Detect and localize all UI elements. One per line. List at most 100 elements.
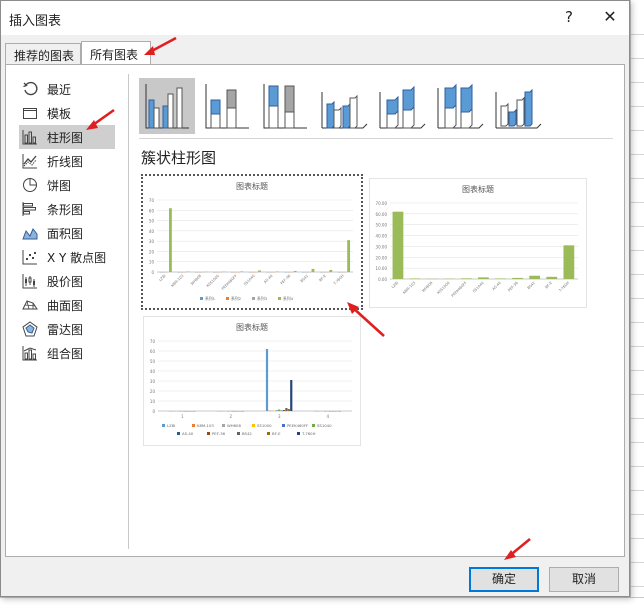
sidebar-item-scatter-chart[interactable]: X Y 散点图 [19, 245, 115, 269]
legend-label: 系列1 [205, 296, 216, 301]
legend-label: SS1000 [257, 423, 272, 428]
y-tick-label: 20 [149, 249, 155, 254]
subtype-3d-100-stacked-column[interactable] [431, 78, 487, 134]
sidebar-item-area-chart[interactable]: 面积图 [19, 221, 115, 245]
y-tick-label: 10 [149, 260, 155, 265]
x-tick-label: WH608 [421, 280, 434, 293]
stacked-column-icon [205, 84, 249, 129]
x-tick-label: PEF-36 [507, 280, 519, 292]
3d-stacked-column-icon [379, 85, 426, 129]
y-tick-label: 30.00 [376, 244, 388, 249]
folder-icon [21, 104, 39, 122]
legend-label: 系列3 [257, 296, 268, 301]
chart-bar [546, 276, 558, 279]
sidebar-item-bar-chart[interactable]: 条形图 [19, 197, 115, 221]
ok-button[interactable]: 确定 [469, 567, 539, 592]
legend-label: 系列2 [231, 296, 242, 301]
chart-bar [278, 409, 281, 411]
subtype-3d-column[interactable] [489, 78, 545, 134]
chart-preview-1[interactable]: 图表标题 0 10 20 30 40 50 60 70 LZ8I K8M-103 WH608 KSS10… [141, 174, 363, 310]
sidebar-divider [128, 74, 129, 549]
chart-bar [275, 410, 278, 411]
close-button[interactable]: ✕ [599, 7, 621, 27]
x-tick-label: LZ8I [391, 281, 399, 289]
sidebar-item-surface-chart[interactable]: 曲面图 [19, 293, 115, 317]
x-tick-label: BS42 [527, 281, 536, 290]
legend-swatch [207, 432, 210, 435]
legend-label: PEF-36 [212, 431, 226, 436]
chart-preview-3-plot: 图表标题 0 10 20 30 40 50 60 70 1 2 3 4 LZ8I K8M-103 WH608 S… [150, 322, 352, 436]
chart-bar [409, 278, 421, 279]
x-tick-label: LZ8I [158, 274, 166, 282]
subtype-3d-clustered-column[interactable] [315, 78, 371, 134]
chart-bar [280, 410, 283, 411]
legend-label: WH608 [227, 423, 241, 428]
x-tick-label: KSS1000 [206, 273, 221, 288]
subtype-clustered-column[interactable] [139, 78, 195, 134]
x-tick-label: K8M-103 [402, 281, 416, 295]
cancel-button[interactable]: 取消 [549, 567, 619, 592]
chart-preview-2[interactable]: 图表标题 0.00 10.00 20.00 30.00 40.00 50.00 60.00 70… [369, 178, 587, 308]
x-tick-label: AS-40 [491, 280, 502, 291]
clustered-column-icon [145, 84, 189, 129]
column-chart-icon [21, 128, 39, 146]
x-tick-label: 3 [278, 414, 281, 419]
insert-chart-dialog: 插入图表 ? ✕ 推荐的图表 所有图表 最近 模板 柱形图 折线图 饼图 条形图… [0, 0, 630, 597]
help-button[interactable]: ? [559, 7, 579, 27]
y-tick-label: 40 [149, 229, 155, 234]
y-tick-label: 50.00 [376, 223, 388, 228]
chart-bar [290, 380, 293, 411]
y-tick-label: 60.00 [376, 212, 388, 217]
legend-swatch [297, 432, 300, 435]
subtype-100-stacked-column[interactable] [257, 78, 313, 134]
chart-bar [512, 277, 523, 279]
y-tick-label: 60 [149, 208, 155, 213]
legend-swatch [162, 424, 165, 427]
x-tick-label: WH608 [190, 273, 203, 286]
y-tick-label: 30 [149, 239, 155, 244]
chart-bar [258, 270, 261, 272]
x-tick-label: SS1040 [472, 280, 485, 293]
sidebar-item-radar-chart[interactable]: 雷达图 [19, 317, 115, 341]
legend-swatch [222, 424, 225, 427]
sidebar-item-line-chart[interactable]: 折线图 [19, 149, 115, 173]
chart-preview-3[interactable]: 图表标题 0 10 20 30 40 50 60 70 1 2 3 4 LZ8I K8M-103 WH608 S… [143, 316, 361, 446]
chart-preview-1-plot: 图表标题 0 10 20 30 40 50 60 70 LZ8I K8M-103 WH608 KSS10… [149, 181, 353, 301]
sidebar-item-stock-chart[interactable]: 股价图 [19, 269, 115, 293]
sidebar-item-label: 条形图 [47, 202, 84, 217]
x-tick-label: K8M-103 [170, 274, 184, 288]
sidebar-item-label: 最近 [47, 82, 72, 97]
subtype-stacked-column[interactable] [199, 78, 255, 134]
chart-bar [392, 211, 404, 279]
sidebar-item-combo-chart[interactable]: 组合图 [19, 341, 115, 365]
x-tick-label: AS-40 [263, 273, 274, 284]
x-tick-label: T-760H [558, 281, 571, 294]
surface-chart-icon [21, 296, 39, 314]
chart-preview-2-plot: 图表标题 0.00 10.00 20.00 30.00 40.00 50.00 60.00 70… [376, 184, 578, 298]
3d-100-stacked-column-icon [437, 83, 484, 129]
tab-recommended-charts[interactable]: 推荐的图表 [5, 43, 81, 65]
subtype-separator [139, 138, 613, 139]
chart-title: 图表标题 [462, 184, 494, 194]
chart-bar [478, 277, 489, 279]
sidebar-item-label: 柱形图 [47, 130, 84, 145]
dialog-title: 插入图表 [9, 14, 62, 29]
legend-swatch [312, 424, 315, 427]
x-tick-label: 2 [229, 414, 232, 419]
y-tick-label: 60 [150, 349, 156, 354]
y-tick-label: 0.00 [378, 277, 387, 282]
chart-bar [268, 410, 271, 411]
sidebar-item-templates[interactable]: 模板 [19, 101, 115, 125]
legend-swatch [282, 424, 285, 427]
3d-clustered-column-icon [321, 92, 368, 129]
sidebar-item-column-chart[interactable]: 柱形图 [19, 125, 115, 149]
x-tick-label: 4 [326, 414, 329, 419]
chart-bar [529, 275, 541, 279]
stock-chart-icon [21, 272, 39, 290]
x-tick-label: 1 [181, 414, 184, 419]
sidebar-item-pie-chart[interactable]: 饼图 [19, 173, 115, 197]
combo-chart-icon [21, 344, 39, 362]
sidebar-item-recent[interactable]: 最近 [19, 77, 115, 101]
subtype-3d-stacked-column[interactable] [373, 78, 429, 134]
tab-all-charts[interactable]: 所有图表 [81, 41, 151, 65]
